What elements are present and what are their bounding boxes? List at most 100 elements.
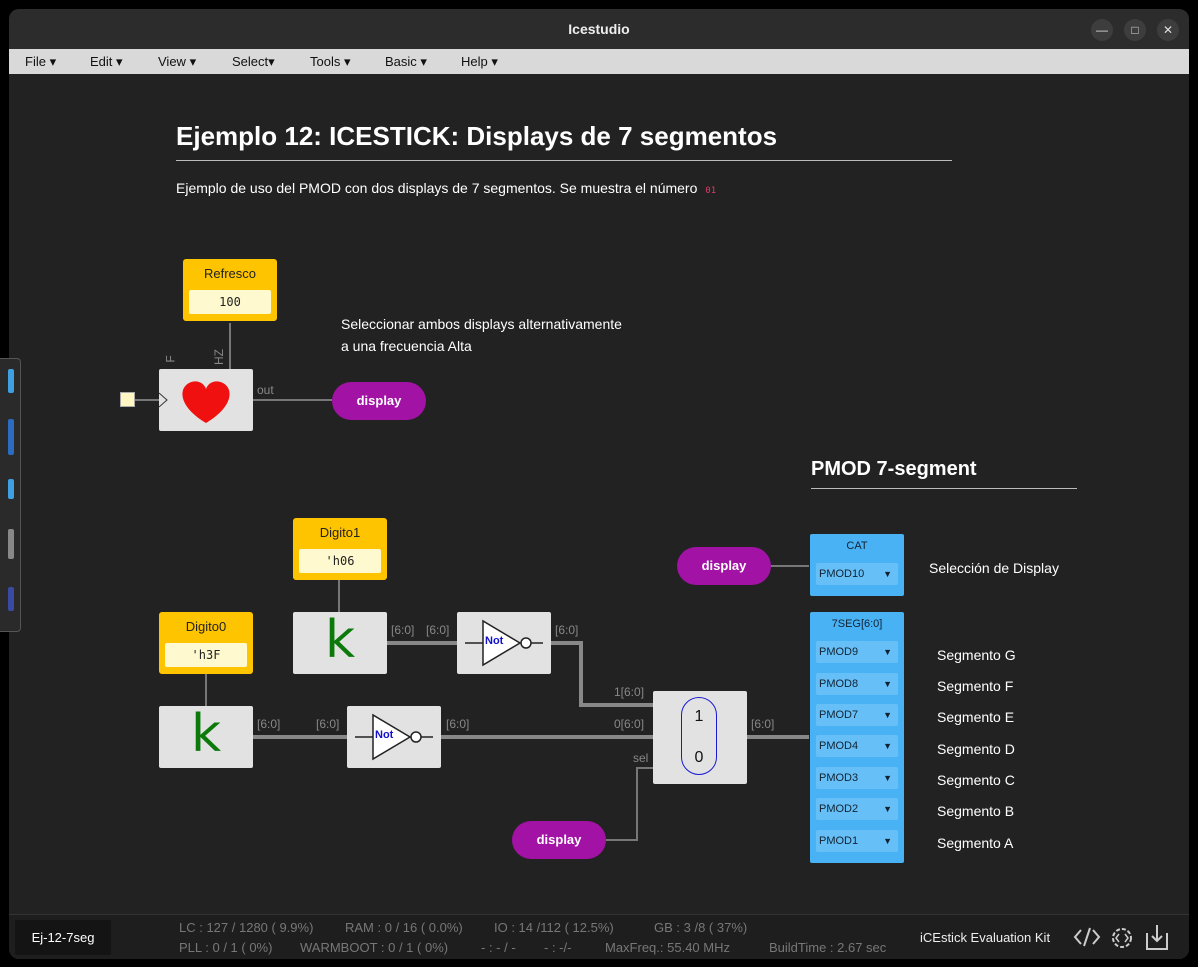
clock-input-square[interactable] bbox=[120, 392, 135, 407]
cat-pin-select[interactable]: PMOD10 ▼ bbox=[816, 563, 898, 585]
constant-label: Digito1 bbox=[319, 525, 361, 540]
cat-title: CAT bbox=[846, 540, 868, 552]
not-gate-icon bbox=[465, 619, 543, 667]
mux-top-label: 1 bbox=[694, 708, 704, 725]
stat-buildtime: BuildTime : 2.67 sec bbox=[769, 940, 887, 955]
seg-output-block[interactable]: 7SEG[6:0] PMOD9 ▼ PMOD8 ▼ PMOD7 ▼ PMOD4 ▼ PM… bbox=[810, 612, 904, 863]
mux-in1-label: 1[6:0] bbox=[614, 685, 645, 699]
seg-pin-select[interactable]: PMOD1 ▼ bbox=[816, 830, 898, 852]
chevron-down-icon: ▼ bbox=[883, 710, 892, 720]
file-name-tab[interactable]: Ej-12-7seg bbox=[15, 920, 111, 955]
stat-blank2: - : -/- bbox=[544, 940, 572, 955]
seg-label: Segmento G bbox=[937, 647, 1016, 663]
k-glyph: k bbox=[324, 610, 356, 670]
bus-label: [6:0] bbox=[391, 623, 415, 637]
title-bar: Icestudio — □ ✕ bbox=[9, 9, 1189, 49]
seg-pin-select[interactable]: PMOD4 ▼ bbox=[816, 735, 898, 757]
constant-value[interactable]: 'h3F bbox=[165, 643, 247, 667]
dock-item[interactable] bbox=[8, 479, 14, 499]
minimize-button[interactable]: — bbox=[1091, 19, 1113, 41]
dock-item[interactable] bbox=[8, 587, 14, 611]
port-f: F bbox=[163, 355, 178, 363]
chevron-down-icon: ▼ bbox=[883, 679, 892, 689]
seg-pin-select[interactable]: PMOD2 ▼ bbox=[816, 798, 898, 820]
constant-value[interactable]: 100 bbox=[189, 290, 271, 314]
mux-block[interactable]: 1 0 bbox=[653, 691, 747, 784]
not-gate-1[interactable]: Not bbox=[457, 612, 551, 674]
chevron-down-icon: ▼ bbox=[883, 569, 892, 579]
display-label-top[interactable]: display bbox=[332, 382, 426, 420]
dock-item[interactable] bbox=[8, 419, 14, 455]
menu-view[interactable]: View ▾ bbox=[158, 54, 196, 70]
pmod-rule bbox=[811, 488, 1077, 489]
display-label-cat[interactable]: display bbox=[677, 547, 771, 585]
menu-basic[interactable]: Basic ▾ bbox=[385, 54, 427, 70]
port-out: out bbox=[257, 383, 274, 397]
chevron-down-icon: ▼ bbox=[883, 773, 892, 783]
code-icon[interactable] bbox=[1073, 925, 1101, 949]
k-glyph: k bbox=[190, 704, 222, 764]
stat-lc: LC : 127 / 1280 ( 9.9%) bbox=[179, 920, 314, 935]
k-block-0[interactable]: k bbox=[159, 704, 253, 768]
seg-label: Segmento C bbox=[937, 772, 1015, 788]
constant-digito1[interactable]: Digito1 'h06 bbox=[293, 518, 387, 580]
not-label: Not bbox=[375, 729, 394, 741]
chevron-down-icon: ▼ bbox=[883, 741, 892, 751]
k-block-1[interactable]: k bbox=[293, 610, 387, 674]
cat-desc: Selección de Display bbox=[929, 560, 1059, 576]
seg-title: 7SEG[6:0] bbox=[831, 618, 883, 630]
seg-label: Segmento F bbox=[937, 678, 1014, 694]
port-hz: HZ bbox=[212, 349, 226, 365]
seg-label: Segmento D bbox=[937, 741, 1015, 757]
wire-sel bbox=[606, 767, 653, 841]
menu-edit[interactable]: Edit ▾ bbox=[90, 54, 123, 70]
side-dock bbox=[0, 358, 21, 632]
stat-maxfreq: MaxFreq.: 55.40 MHz bbox=[605, 940, 730, 955]
not-gate-0[interactable]: Not bbox=[347, 706, 441, 768]
heart-icon bbox=[159, 381, 230, 423]
pmod-title: PMOD 7-segment bbox=[811, 458, 977, 480]
dock-item[interactable] bbox=[8, 369, 14, 393]
note-line2: a una frecuencia Alta bbox=[341, 338, 472, 354]
seg-pin-select[interactable]: PMOD9 ▼ bbox=[816, 641, 898, 663]
chevron-down-icon: ▼ bbox=[883, 647, 892, 657]
title-rule bbox=[176, 160, 952, 161]
constant-digito0[interactable]: Digito0 'h3F bbox=[159, 612, 253, 674]
bus-label: [6:0] bbox=[446, 717, 470, 731]
bus-label: [6:0] bbox=[426, 623, 450, 637]
stat-warmboot: WARMBOOT : 0 / 1 ( 0%) bbox=[300, 940, 449, 955]
seg-pin-select[interactable]: PMOD7 ▼ bbox=[816, 704, 898, 726]
menu-file[interactable]: File ▾ bbox=[25, 54, 56, 70]
menu-select[interactable]: Select▾ bbox=[232, 54, 275, 70]
not-label: Not bbox=[485, 635, 504, 647]
app-window: Icestudio — □ ✕ File ▾ Edit ▾ View ▾ Sel… bbox=[9, 9, 1189, 959]
menu-tools[interactable]: Tools ▾ bbox=[310, 54, 351, 70]
menu-help[interactable]: Help ▾ bbox=[461, 54, 498, 70]
stat-ram: RAM : 0 / 16 ( 0.0%) bbox=[345, 920, 463, 935]
seg-pin-select[interactable]: PMOD3 ▼ bbox=[816, 767, 898, 789]
seg-pin-select[interactable]: PMOD8 ▼ bbox=[816, 673, 898, 695]
design-canvas[interactable]: Ejemplo 12: ICESTICK: Displays de 7 segm… bbox=[9, 74, 1189, 914]
mux-sel-label: sel bbox=[633, 751, 649, 765]
stat-pll: PLL : 0 / 1 ( 0%) bbox=[179, 940, 273, 955]
mux-in0-label: 0[6:0] bbox=[614, 717, 645, 731]
cat-output-block[interactable]: CAT PMOD10 ▼ bbox=[810, 534, 904, 596]
page-title: Ejemplo 12: ICESTICK: Displays de 7 segm… bbox=[176, 121, 778, 151]
mux-out-label: [6:0] bbox=[751, 717, 775, 731]
window-title: Icestudio bbox=[568, 21, 630, 37]
constant-label: Refresco bbox=[203, 266, 257, 281]
display-label-sel[interactable]: display bbox=[512, 821, 606, 859]
dock-item[interactable] bbox=[8, 529, 14, 559]
stat-blank1: - : - / - bbox=[481, 940, 516, 955]
bus-label: [6:0] bbox=[257, 717, 281, 731]
inline-code: 01 bbox=[705, 186, 717, 196]
gear-code-icon[interactable] bbox=[1109, 925, 1135, 951]
maximize-button[interactable]: □ bbox=[1124, 19, 1146, 41]
not-gate-icon bbox=[355, 713, 433, 761]
heart-block[interactable] bbox=[159, 369, 253, 431]
board-name[interactable]: iCEstick Evaluation Kit bbox=[920, 930, 1050, 945]
close-button[interactable]: ✕ bbox=[1157, 19, 1179, 41]
constant-refresco[interactable]: Refresco 100 bbox=[183, 259, 277, 321]
constant-value[interactable]: 'h06 bbox=[299, 549, 381, 573]
upload-icon[interactable] bbox=[1145, 923, 1169, 951]
